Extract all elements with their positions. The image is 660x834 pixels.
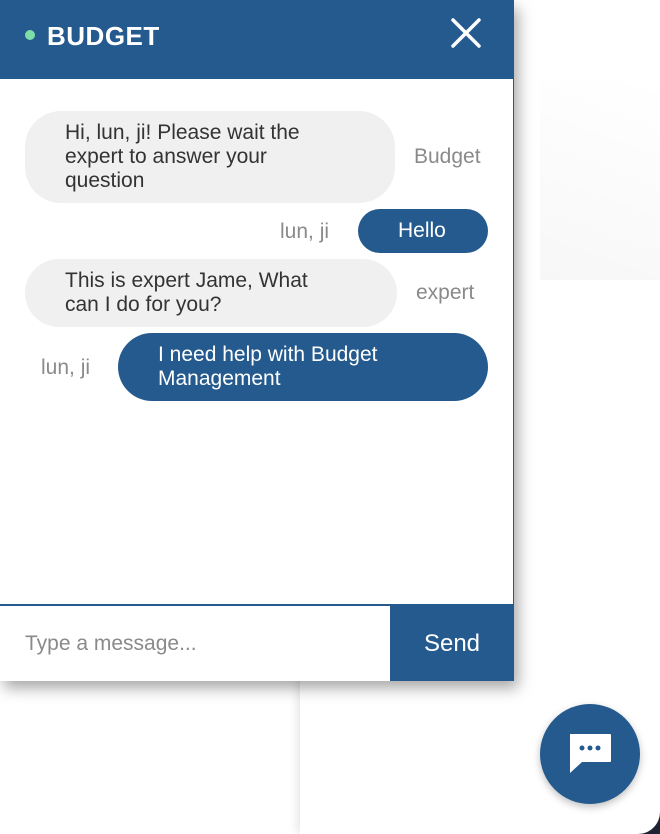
message-text-line: This is expert Jame, What <box>65 269 308 292</box>
message-text-line: question <box>65 169 145 192</box>
message-bubble-outgoing: I need help with Budget Management <box>118 333 488 401</box>
message-composer: Send <box>0 604 514 681</box>
message-bubble-incoming: This is expert Jame, What can I do for y… <box>25 259 397 327</box>
message-list: Hi, lun, ji! Please wait the expert to a… <box>0 79 514 604</box>
message-bubble-outgoing: Hello <box>358 209 488 253</box>
background-panel-left <box>0 660 300 834</box>
chat-bubble-icon <box>570 734 611 773</box>
chat-launcher-button[interactable] <box>540 704 640 804</box>
message-text-line: I need help with Budget <box>158 343 378 366</box>
message-sender: lun, ji <box>41 356 91 379</box>
chat-header: BUDGET <box>0 1 514 79</box>
message-text-line: can I do for you? <box>65 293 222 316</box>
message-text-line: expert to answer your <box>65 145 267 168</box>
send-button[interactable]: Send <box>390 606 514 681</box>
message-text-line: Hello <box>398 219 446 242</box>
close-button[interactable] <box>448 15 484 51</box>
message-sender: expert <box>416 281 475 304</box>
message-sender: lun, ji <box>280 220 330 243</box>
message-sender: Budget <box>414 145 481 168</box>
close-icon <box>451 18 481 48</box>
chat-window: BUDGET Hi, lun, ji! Please wait the expe… <box>0 0 514 681</box>
message-input[interactable] <box>0 606 390 681</box>
online-status-dot <box>25 30 35 40</box>
message-bubble-incoming: Hi, lun, ji! Please wait the expert to a… <box>25 111 395 203</box>
message-text-line: Hi, lun, ji! Please wait the <box>65 121 300 144</box>
message-text-line: Management <box>158 367 281 390</box>
chat-title: BUDGET <box>47 21 160 51</box>
